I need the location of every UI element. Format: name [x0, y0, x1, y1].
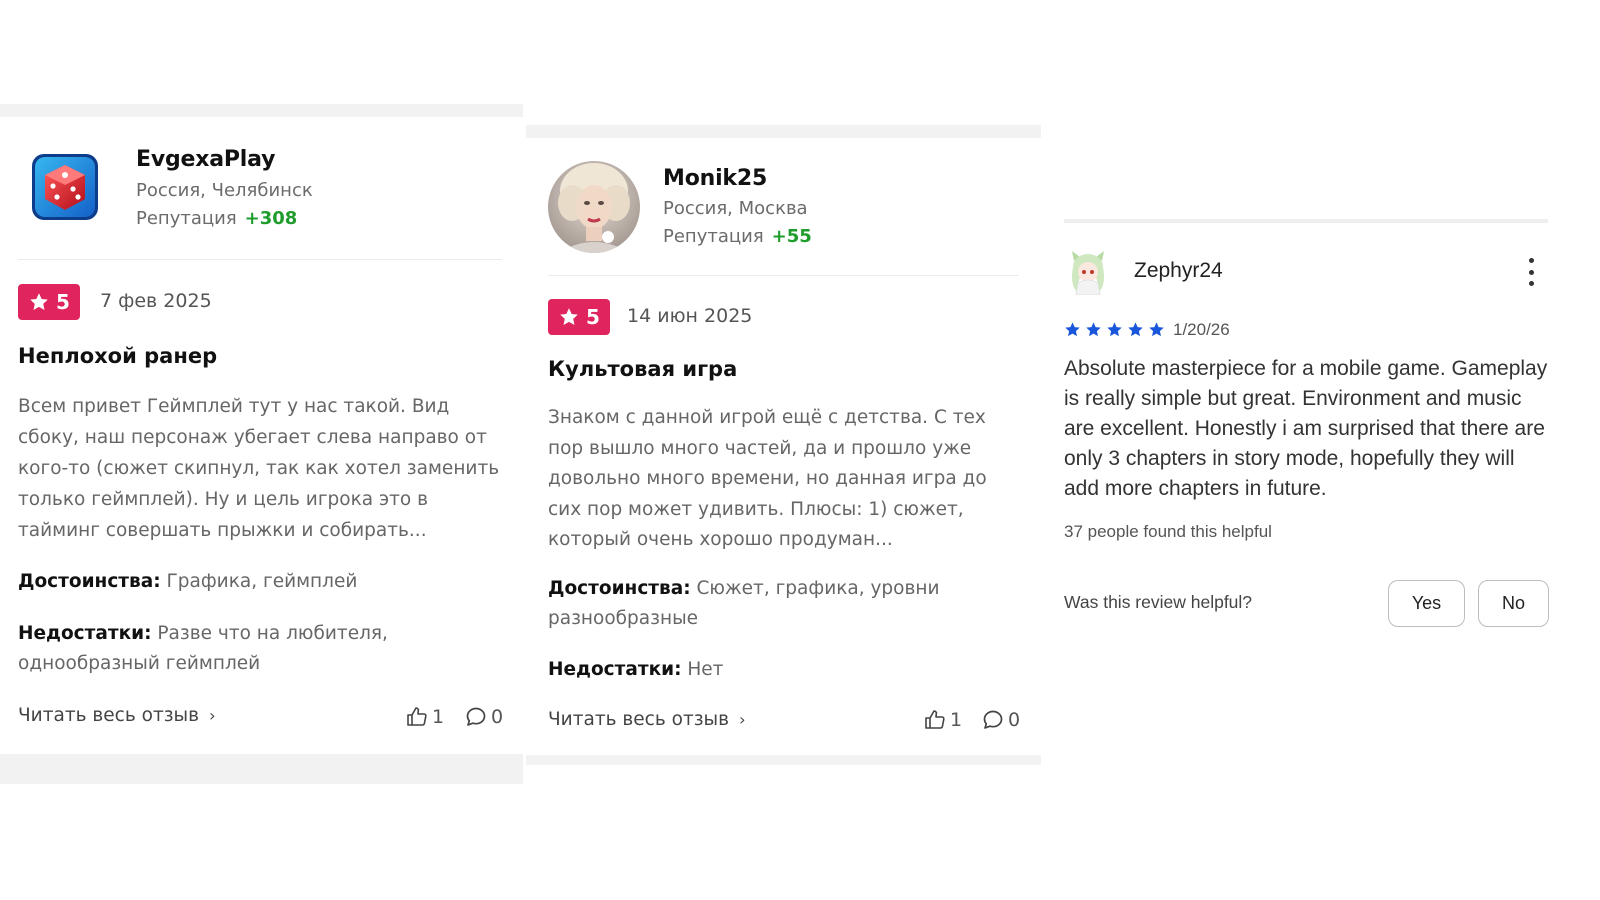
star-icon: [560, 308, 578, 325]
comment-bubble-icon: [466, 707, 486, 726]
card-bottom-band: [0, 754, 523, 784]
card-top-band: [526, 125, 1041, 138]
comment-button[interactable]: 0: [464, 705, 503, 729]
read-more-label: Читать весь отзыв: [548, 709, 730, 730]
cons-text: Нет: [687, 659, 724, 680]
reputation-value: +55: [771, 226, 812, 247]
thumbs-up-icon: [925, 710, 945, 729]
star-icon: [1086, 322, 1101, 337]
review-card-2: Monik25 Россия, Москва Репутация +55 5 14…: [526, 125, 1041, 765]
like-button[interactable]: 1: [923, 708, 962, 732]
review-title[interactable]: Культовая игра: [548, 357, 737, 381]
divider: [18, 259, 502, 260]
user-reputation: Репутация +308: [136, 208, 297, 229]
read-full-review-link[interactable]: Читать весь отзыв ›: [548, 709, 745, 730]
review-date: 1/20/26: [1173, 320, 1230, 339]
rating-value: 5: [56, 290, 70, 314]
like-button[interactable]: 1: [405, 705, 444, 729]
user-location: Россия, Челябинск: [136, 180, 313, 201]
helpful-question: Was this review helpful?: [1064, 592, 1253, 612]
comment-button[interactable]: 0: [981, 708, 1020, 732]
review-cons: Недостатки: Разве что на любителя, одноо…: [18, 619, 438, 679]
pros-text: Графика, геймплей: [166, 571, 358, 592]
comment-count: 0: [1008, 709, 1021, 731]
card-bottom-band: [526, 755, 1041, 765]
pros-label: Достоинства:: [548, 578, 691, 599]
star-icon: [1065, 322, 1080, 337]
reputation-value: +308: [244, 208, 298, 229]
read-full-review-link[interactable]: Читать весь отзыв ›: [18, 705, 215, 726]
read-more-label: Читать весь отзыв: [18, 705, 200, 726]
star-icon: [30, 293, 48, 310]
divider: [548, 275, 1019, 276]
avatar[interactable]: [1064, 247, 1112, 296]
review-pros: Достоинства: Сюжет, графика, уровни разн…: [548, 574, 968, 634]
review-title[interactable]: Неплохой ранер: [18, 344, 217, 368]
portrait-photo: [548, 161, 640, 253]
comment-count: 0: [491, 706, 504, 728]
rating-badge: 5: [548, 299, 610, 335]
chevron-right-icon: ›: [209, 706, 216, 725]
star-rating: [1064, 321, 1165, 338]
review-card-1: EvgexaPlay Россия, Челябинск Репутация +3…: [0, 104, 523, 784]
rating-badge: 5: [18, 284, 80, 320]
rating-value: 5: [586, 305, 600, 329]
star-icon: [1128, 322, 1143, 337]
review-cons: Недостатки: Нет: [548, 655, 968, 685]
yes-button[interactable]: Yes: [1388, 580, 1465, 627]
star-icon: [1107, 322, 1122, 337]
anime-girl-avatar: [1064, 247, 1112, 296]
chevron-right-icon: ›: [739, 710, 746, 729]
reputation-label: Репутация: [663, 226, 764, 247]
card-top-band: [0, 104, 523, 117]
cons-label: Недостатки:: [18, 623, 152, 644]
helpful-count: 37 people found this helpful: [1064, 522, 1272, 541]
red-dice-icon: [32, 154, 98, 220]
reputation-label: Репутация: [136, 208, 237, 229]
comment-bubble-icon: [983, 710, 1003, 729]
username[interactable]: EvgexaPlay: [136, 147, 275, 172]
user-reputation: Репутация +55: [663, 226, 812, 247]
review-body: Знаком с данной игрой ещё с детства. С т…: [548, 407, 987, 550]
thumbs-up-icon: [407, 707, 427, 726]
separator-line: [1064, 219, 1548, 223]
review-date: 14 июн 2025: [627, 305, 753, 327]
username: Zephyr24: [1134, 259, 1223, 282]
more-options-icon[interactable]: [1521, 258, 1541, 286]
avatar[interactable]: [548, 161, 640, 253]
avatar[interactable]: [31, 153, 99, 221]
cons-label: Недостатки:: [548, 659, 682, 680]
review-date: 7 фев 2025: [100, 290, 212, 312]
username[interactable]: Monik25: [663, 166, 767, 191]
no-button[interactable]: No: [1478, 580, 1549, 627]
like-count: 1: [950, 709, 963, 731]
review-body: Absolute masterpiece for a mobile game. …: [1064, 357, 1548, 500]
review-body: Всем привет Геймплей тут у нас такой. Ви…: [18, 396, 500, 541]
review-pros: Достоинства: Графика, геймплей: [18, 567, 508, 597]
star-icon: [1149, 322, 1164, 337]
pros-label: Достоинства:: [18, 571, 161, 592]
user-location: Россия, Москва: [663, 198, 808, 219]
like-count: 1: [432, 706, 445, 728]
